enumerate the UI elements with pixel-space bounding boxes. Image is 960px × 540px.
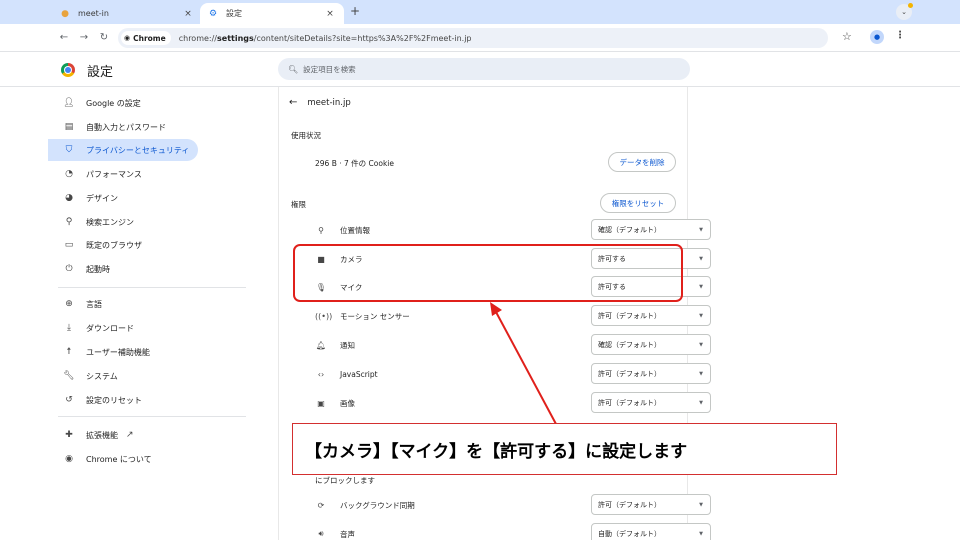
instruction-callout: 【カメラ】【マイク】を【許可する】に設定します [292, 423, 837, 475]
arrow-line [495, 311, 557, 425]
